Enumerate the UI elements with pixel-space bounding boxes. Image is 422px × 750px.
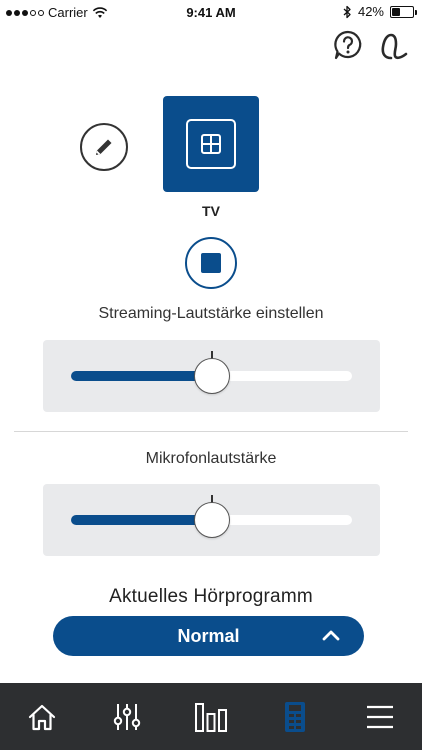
nav-statistics[interactable] [169,683,253,750]
program-selector-button[interactable]: Normal [53,616,364,656]
tv-source-tile[interactable] [163,96,259,192]
nav-home[interactable] [0,683,84,750]
source-label: TV [202,203,220,219]
microphone-volume-thumb[interactable] [193,502,230,538]
battery-icon [390,5,417,18]
microphone-volume-fill [71,515,212,525]
streaming-volume-label: Streaming-Lautstärke einstellen [98,305,324,322]
current-program: Normal [177,626,240,646]
stop-streaming-button[interactable] [185,237,237,289]
battery-percent: 42% [357,4,384,19]
menu-icon [366,705,393,728]
remote-control-icon [285,701,306,732]
bluetooth-icon [343,5,351,18]
nav-adjust[interactable] [84,683,168,750]
status-bar: Carrier 9:41 AM 42% [0,0,422,26]
equalizer-icon [113,703,140,730]
microphone-volume-panel [43,484,380,556]
pencil-icon [96,139,112,155]
edit-button[interactable] [80,123,128,171]
nav-remote[interactable] [253,683,337,750]
tv-streamer-icon [186,119,236,169]
microphone-volume-label: Mikrofonlautstärke [145,450,277,467]
streaming-volume-thumb[interactable] [193,358,230,394]
section-divider [14,431,408,432]
stop-icon [201,253,221,273]
streaming-volume-fill [71,371,212,381]
status-right: 42% [343,4,417,19]
streaming-volume-panel [43,340,380,412]
help-icon[interactable] [333,30,363,60]
home-icon [29,704,56,730]
nav-menu[interactable] [338,683,422,750]
program-heading: Aktuelles Hörprogramm [109,586,313,607]
bar-chart-icon [195,702,228,732]
bottom-navigation [0,683,422,750]
chevron-up-icon [322,630,340,641]
hearing-aid-icon[interactable] [378,30,410,62]
